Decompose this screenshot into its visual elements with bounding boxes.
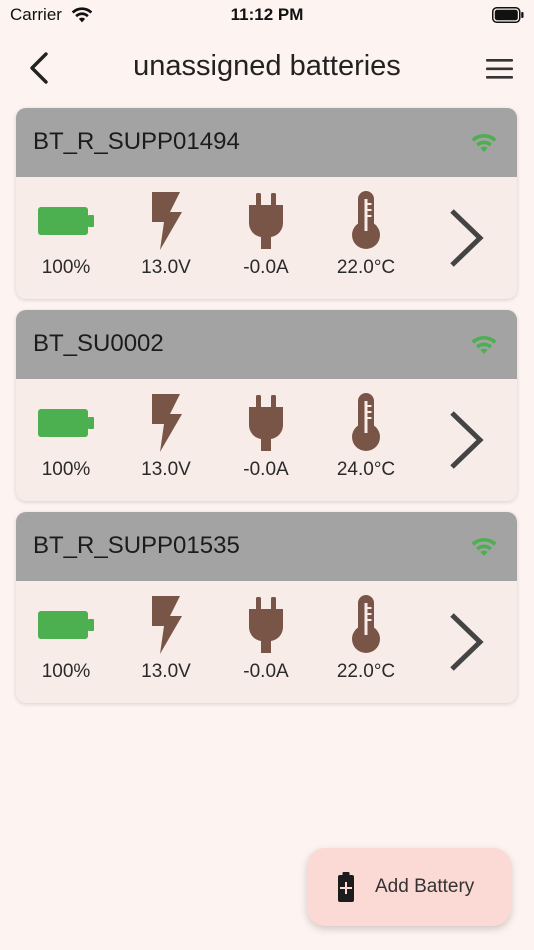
- battery-card-header: BT_R_SUPP01494: [16, 108, 517, 177]
- temperature-metric: 24.0°C: [316, 393, 416, 481]
- power-plug-icon: [248, 193, 284, 249]
- current-metric: -0.0A: [216, 595, 316, 683]
- current-value: -0.0A: [243, 257, 289, 278]
- power-plug-icon: [248, 597, 284, 653]
- wifi-icon: [471, 133, 497, 152]
- battery-card[interactable]: BT_R_SUPP01535 100% 13.0V -0.0A 22.0°C: [16, 512, 517, 703]
- battery-list: BT_R_SUPP01494 100% 13.0V -0.0A 22.0°C B…: [16, 108, 517, 714]
- thermometer-icon: [352, 191, 380, 249]
- voltage-metric: 13.0V: [116, 191, 216, 279]
- voltage-value: 13.0V: [141, 257, 191, 278]
- voltage-value: 13.0V: [141, 661, 191, 682]
- temperature-value: 22.0°C: [336, 257, 396, 278]
- current-value: -0.0A: [243, 459, 289, 480]
- battery-card-body: 100% 13.0V -0.0A: [16, 581, 517, 703]
- thermometer-icon: [352, 393, 380, 451]
- lightning-bolt-icon: [152, 596, 182, 654]
- thermometer-icon: [352, 595, 380, 653]
- battery-name: BT_R_SUPP01535: [33, 532, 240, 559]
- charge-value: 100%: [41, 459, 91, 480]
- add-battery-icon: [338, 872, 354, 902]
- battery-name: BT_SU0002: [33, 330, 164, 357]
- current-value: -0.0A: [243, 661, 289, 682]
- power-plug-icon: [248, 395, 284, 451]
- hamburger-menu-icon[interactable]: [484, 54, 516, 84]
- current-metric: -0.0A: [216, 393, 316, 481]
- lightning-bolt-icon: [152, 394, 182, 452]
- add-battery-label: Add Battery: [375, 876, 475, 897]
- battery-full-icon: [38, 611, 94, 639]
- temperature-value: 24.0°C: [336, 459, 396, 480]
- chevron-right-icon[interactable]: [444, 611, 488, 673]
- voltage-value: 13.0V: [141, 459, 191, 480]
- charge-metric: 100%: [16, 393, 116, 481]
- charge-value: 100%: [41, 257, 91, 278]
- battery-card-body: 100% 13.0V -0.0A: [16, 379, 517, 501]
- temperature-value: 22.0°C: [336, 661, 396, 682]
- current-metric: -0.0A: [216, 191, 316, 279]
- wifi-icon: [471, 335, 497, 354]
- status-time: 11:12 PM: [230, 5, 304, 24]
- lightning-bolt-icon: [152, 192, 182, 250]
- charge-metric: 100%: [16, 191, 116, 279]
- voltage-metric: 13.0V: [116, 393, 216, 481]
- temperature-metric: 22.0°C: [316, 595, 416, 683]
- charge-value: 100%: [41, 661, 91, 682]
- device-battery-icon: [492, 7, 524, 23]
- chevron-right-icon[interactable]: [444, 207, 488, 269]
- temperature-metric: 22.0°C: [316, 191, 416, 279]
- battery-name: BT_R_SUPP01494: [33, 128, 240, 155]
- battery-full-icon: [38, 207, 94, 235]
- status-bar: Carrier 11:12 PM: [0, 0, 534, 32]
- battery-full-icon: [38, 409, 94, 437]
- voltage-metric: 13.0V: [116, 595, 216, 683]
- battery-card-body: 100% 13.0V -0.0A: [16, 177, 517, 299]
- battery-card-header: BT_R_SUPP01535: [16, 512, 517, 581]
- chevron-right-icon[interactable]: [444, 409, 488, 471]
- battery-card-header: BT_SU0002: [16, 310, 517, 379]
- wifi-icon: [471, 537, 497, 556]
- charge-metric: 100%: [16, 595, 116, 683]
- battery-card[interactable]: BT_SU0002 100% 13.0V -0.0A 24.0°C: [16, 310, 517, 501]
- header: unassigned batteries: [0, 38, 534, 100]
- battery-card[interactable]: BT_R_SUPP01494 100% 13.0V -0.0A 22.0°C: [16, 108, 517, 299]
- page-title: unassigned batteries: [133, 50, 401, 82]
- add-battery-button[interactable]: Add Battery: [307, 848, 511, 926]
